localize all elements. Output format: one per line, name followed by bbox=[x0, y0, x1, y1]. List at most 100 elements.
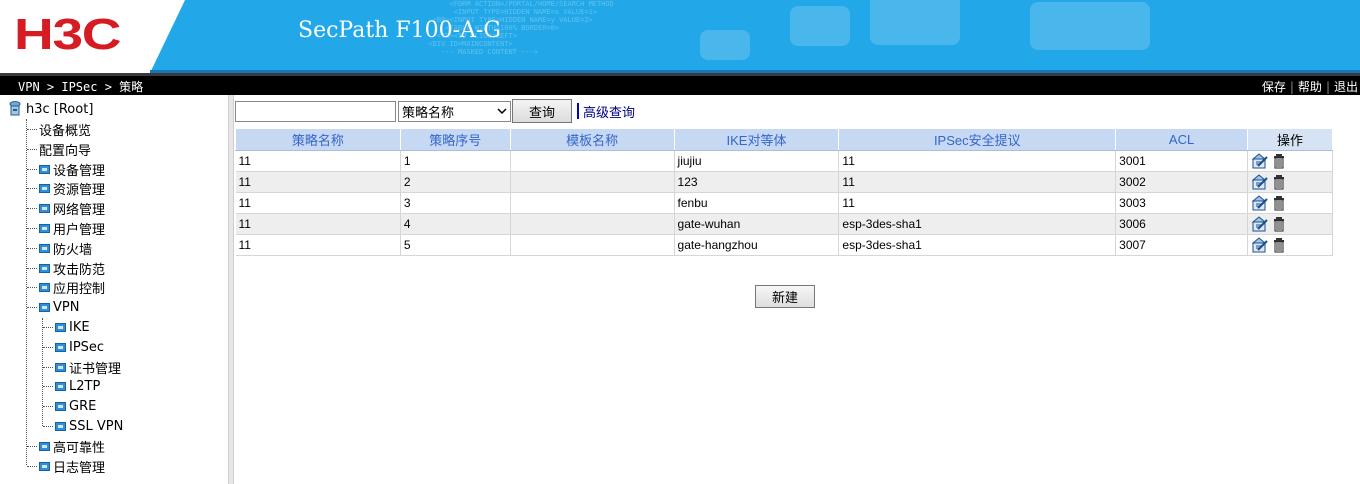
folder-icon bbox=[39, 244, 50, 253]
new-button[interactable]: 新建 bbox=[755, 285, 815, 308]
edit-icon[interactable] bbox=[1252, 216, 1269, 232]
help-link[interactable]: 帮助 bbox=[1298, 80, 1322, 94]
cell-ike-peer: 123 bbox=[674, 171, 840, 193]
top-bar: VPN > IPSec > 策略 保存 | 帮助 | 退出 bbox=[0, 73, 1360, 95]
table-row: 11 5 gate-hangzhou esp-3des-sha1 3007 bbox=[235, 234, 1333, 256]
edit-icon[interactable] bbox=[1252, 237, 1269, 253]
sidebar-item[interactable]: 攻击防范 bbox=[27, 259, 105, 278]
separator bbox=[577, 103, 579, 119]
sidebar-item-label: 高可靠性 bbox=[53, 441, 106, 456]
cell-operation bbox=[1247, 150, 1333, 172]
table-row: 11 4 gate-wuhan esp-3des-sha1 3006 bbox=[235, 213, 1333, 235]
search-field-select[interactable]: 策略名称 bbox=[398, 100, 511, 122]
sidebar-item[interactable]: 设备管理 bbox=[27, 160, 105, 179]
sidebar-item[interactable]: IPSec bbox=[43, 338, 104, 357]
nav-tree: h3c [Root] 设备概览 配置向导 设备管理 资源管理 网络管理用户管理防火墙攻击… bbox=[0, 95, 228, 484]
sidebar-item[interactable]: 防火墙 bbox=[27, 239, 92, 258]
sidebar-item[interactable]: 用户管理 bbox=[27, 219, 105, 238]
sidebar-item-label: L2TP bbox=[69, 379, 101, 394]
folder-icon bbox=[39, 442, 50, 451]
row-actions bbox=[1251, 153, 1332, 169]
sidebar-item[interactable]: 网络管理 bbox=[27, 199, 105, 218]
cell-acl: 3002 bbox=[1115, 171, 1249, 193]
sidebar-item[interactable]: 日志管理 bbox=[27, 457, 105, 476]
cell-operation bbox=[1247, 234, 1333, 256]
folder-icon bbox=[55, 323, 66, 332]
delete-icon[interactable] bbox=[1271, 195, 1288, 211]
cell-policy-name: 11 bbox=[235, 213, 401, 235]
sidebar-item[interactable]: 配置向导 bbox=[27, 140, 91, 159]
edit-icon[interactable] bbox=[1252, 153, 1269, 169]
tree-connector bbox=[43, 367, 53, 368]
sidebar-item-label: GRE bbox=[69, 399, 97, 414]
delete-icon[interactable] bbox=[1271, 216, 1288, 232]
search-box bbox=[235, 100, 396, 122]
col-template-name[interactable]: 模板名称 bbox=[509, 128, 675, 151]
sidebar-item-label: VPN bbox=[53, 300, 80, 315]
tree-connector bbox=[27, 169, 37, 170]
breadcrumb: VPN > IPSec > 策略 bbox=[18, 80, 144, 94]
delete-icon[interactable] bbox=[1271, 174, 1288, 190]
header-banner: <FORM ACTION=/PORTAL/HOME/SEARCH METHOD … bbox=[0, 0, 1360, 73]
sidebar-item[interactable]: 证书管理 bbox=[43, 358, 121, 377]
chevron-down-icon bbox=[497, 108, 507, 115]
tree-connector bbox=[27, 446, 37, 447]
cell-ike-peer: gate-hangzhou bbox=[674, 234, 840, 256]
col-policy-seq[interactable]: 策略序号 bbox=[399, 128, 511, 151]
sidebar-item[interactable]: IKE bbox=[43, 318, 90, 337]
tree-connector bbox=[27, 188, 37, 189]
sidebar-item[interactable]: 高可靠性 bbox=[27, 437, 105, 456]
sidebar-item[interactable]: 应用控制 bbox=[27, 278, 105, 297]
cell-acl: 3003 bbox=[1115, 192, 1249, 214]
folder-icon bbox=[39, 303, 50, 312]
product-title: SecPath F100-A-G bbox=[298, 18, 501, 43]
cell-template-name bbox=[510, 171, 675, 193]
row-actions bbox=[1251, 174, 1332, 190]
logout-link[interactable]: 退出 bbox=[1334, 80, 1358, 94]
cell-operation bbox=[1247, 192, 1333, 214]
sidebar-item-label: 用户管理 bbox=[53, 223, 106, 238]
sidebar-item[interactable]: L2TP bbox=[43, 377, 100, 396]
sidebar-item-label: 攻击防范 bbox=[53, 263, 106, 278]
sidebar-item[interactable]: 资源管理 bbox=[27, 179, 105, 198]
cell-template-name bbox=[510, 234, 675, 256]
folder-icon bbox=[55, 343, 66, 352]
cell-operation bbox=[1247, 213, 1333, 235]
cell-policy-seq: 4 bbox=[400, 213, 511, 235]
folder-icon bbox=[39, 462, 50, 471]
edit-icon[interactable] bbox=[1252, 174, 1269, 190]
tree-connector bbox=[27, 268, 37, 269]
save-link[interactable]: 保存 bbox=[1262, 80, 1286, 94]
sidebar-item[interactable]: 设备概览 bbox=[27, 120, 91, 139]
folder-icon bbox=[39, 165, 50, 174]
delete-icon[interactable] bbox=[1271, 237, 1288, 253]
advanced-query-link[interactable]: 高级查询 bbox=[583, 102, 635, 121]
brand-logo: H3C bbox=[14, 10, 122, 59]
col-policy-name[interactable]: 策略名称 bbox=[235, 128, 401, 151]
logo: H3C bbox=[0, 0, 200, 73]
col-ike-peer[interactable]: IKE对等体 bbox=[673, 128, 840, 151]
edit-icon[interactable] bbox=[1252, 195, 1269, 211]
sidebar-item[interactable]: GRE bbox=[43, 397, 96, 416]
col-ipsec-proposal[interactable]: IPSec安全提议 bbox=[838, 128, 1117, 151]
sidebar-item-label: 设备概览 bbox=[39, 124, 92, 139]
tree-connector bbox=[43, 327, 53, 328]
search-toolbar: 策略名称 查询 高级查询 bbox=[235, 99, 635, 123]
folder-icon bbox=[39, 184, 50, 193]
query-button[interactable]: 查询 bbox=[512, 99, 572, 123]
sidebar-item-label: 应用控制 bbox=[53, 282, 106, 297]
delete-icon[interactable] bbox=[1271, 153, 1288, 169]
sidebar-item[interactable]: VPN bbox=[27, 298, 79, 317]
tree-root[interactable]: h3c [Root] bbox=[8, 99, 93, 119]
table-row: 11 3 fenbu 11 3003 bbox=[235, 192, 1333, 214]
tree-connector bbox=[43, 347, 53, 348]
cell-policy-seq: 1 bbox=[400, 150, 511, 172]
sidebar-item-label: 防火墙 bbox=[53, 243, 93, 258]
search-input[interactable] bbox=[235, 100, 396, 122]
tree-connector bbox=[27, 307, 37, 308]
col-acl[interactable]: ACL bbox=[1115, 128, 1249, 151]
folder-icon bbox=[55, 382, 66, 391]
sidebar-item[interactable]: SSL VPN bbox=[43, 417, 123, 436]
folder-icon bbox=[39, 204, 50, 213]
row-actions bbox=[1251, 195, 1332, 211]
